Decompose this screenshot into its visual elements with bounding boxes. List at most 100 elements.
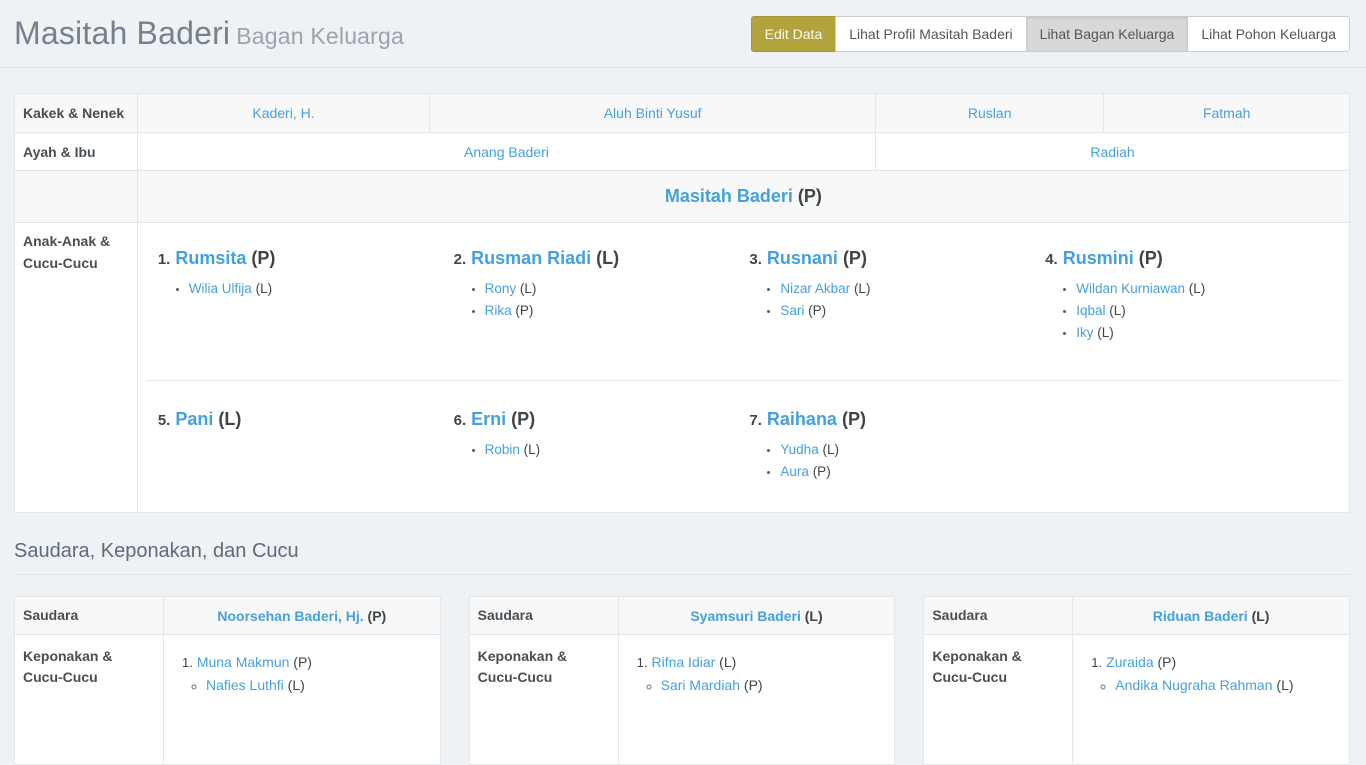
parents-label: Ayah & Ibu <box>15 133 138 171</box>
siblings-section-heading: Saudara, Keponakan, dan Cucu <box>14 540 1350 563</box>
self-name-link[interactable]: Masitah Baderi <box>665 186 793 206</box>
button-lihat-pohon-keluarga[interactable]: Lihat Pohon Keluarga <box>1187 16 1350 52</box>
nephew-children-list: Sari Mardiah (P) <box>637 674 887 696</box>
grandchild-link[interactable]: Wilia Ulfija <box>189 281 252 296</box>
grandchild-item: Nizar Akbar (L) <box>780 278 1045 300</box>
sibling-gender: (L) <box>801 608 823 624</box>
grandparent-link[interactable]: Kaderi, H. <box>252 105 314 121</box>
grandchild-gender: (P) <box>512 303 534 318</box>
nephew-item: 1. Zuraida (P) Andika Nugraha Rahman (L) <box>1091 651 1341 696</box>
child-entry: 7.Raihana (P) Yudha (L)Aura (P) <box>749 409 1045 498</box>
grandchild-item: Sari (P) <box>780 300 1045 322</box>
nephew-child-item: Sari Mardiah (P) <box>661 674 887 696</box>
grandparent-link[interactable]: Fatmah <box>1203 105 1250 121</box>
nephew-children-list: Nafies Luthfi (L) <box>182 674 432 696</box>
grandchild-link[interactable]: Iqbal <box>1076 303 1105 318</box>
child-gender: (L) <box>591 248 619 268</box>
grandparent-link[interactable]: Aluh Binti Yusuf <box>604 105 702 121</box>
grandchild-gender: (L) <box>252 281 272 296</box>
grandchildren-list: Wilia Ulfija (L) <box>158 278 454 300</box>
nephews-row: Keponakan & Cucu-Cucu1.Rifna Idiar (L)Sa… <box>469 635 895 765</box>
grandchild-link[interactable]: Wildan Kurniawan <box>1076 281 1185 296</box>
parent-link[interactable]: Anang Baderi <box>464 144 549 160</box>
nephew-child-item: Nafies Luthfi (L) <box>206 674 432 696</box>
nephew-child-link[interactable]: Sari Mardiah <box>661 677 740 693</box>
child-entry: 2.Rusman Riadi (L)Rony (L)Rika (P) <box>454 248 750 374</box>
nephew-gender: (P) <box>1154 654 1177 670</box>
parent-link[interactable]: Radiah <box>1090 144 1134 160</box>
grandchild-link[interactable]: Sari <box>780 303 804 318</box>
nephew-item: 1.Muna Makmun (P)Nafies Luthfi (L) <box>182 651 432 696</box>
nephew-number: 1. <box>182 655 193 670</box>
nephew-link[interactable]: Zuraida <box>1106 654 1153 670</box>
page-subtitle: Bagan Keluarga <box>236 23 404 49</box>
section-divider <box>14 574 1350 575</box>
child-number: 5. <box>158 412 171 429</box>
child-heading: 3. Rusnani (P) <box>749 248 1045 269</box>
child-name-link[interactable]: Rusmini <box>1063 248 1134 268</box>
nephew-number: 1. <box>637 655 648 670</box>
grandchild-link[interactable]: Nizar Akbar <box>780 281 850 296</box>
child-heading: 5.Pani (L) <box>158 409 454 430</box>
nephew-number: 1. <box>1091 655 1102 670</box>
nephew-link[interactable]: Rifna Idiar <box>651 654 715 670</box>
grandchild-item: Wilia Ulfija (L) <box>189 278 454 300</box>
grandchild-link[interactable]: Yudha <box>780 442 818 457</box>
grandchild-link[interactable]: Iky <box>1076 325 1093 340</box>
sibling-name-link[interactable]: Noorsehan Baderi, Hj. <box>217 608 363 624</box>
child-heading: 4. Rusmini (P) <box>1045 248 1341 269</box>
child-name-link[interactable]: Rusnani <box>767 248 838 268</box>
child-heading: 1.Rumsita (P) <box>158 248 454 269</box>
nephews-row: Keponakan & Cucu-Cucu1.Muna Makmun (P)Na… <box>15 635 441 765</box>
nephew-children-list: Andika Nugraha Rahman (L) <box>1091 674 1341 696</box>
child-entry: 1.Rumsita (P) Wilia Ulfija (L) <box>158 248 454 374</box>
children-cell: 1.Rumsita (P)Wilia Ulfija (L)2.Rusman Ri… <box>137 223 1349 513</box>
grandchildren-list: Rony (L)Rika (P) <box>454 278 750 322</box>
child-name-link[interactable]: Rusman Riadi <box>471 248 591 268</box>
grandparent-link[interactable]: Ruslan <box>968 105 1012 121</box>
button-lihat-profil-masitah-baderi[interactable]: Lihat Profil Masitah Baderi <box>835 16 1026 52</box>
self-row: Masitah Baderi(P) <box>15 171 1350 223</box>
nephews-cell: 1. Zuraida (P) Andika Nugraha Rahman (L) <box>1073 635 1350 765</box>
child-number: 3. <box>749 251 762 268</box>
grandchild-link[interactable]: Rony <box>485 281 517 296</box>
grandchild-link[interactable]: Robin <box>485 442 520 457</box>
button-edit-data[interactable]: Edit Data <box>751 16 837 52</box>
grandchild-link[interactable]: Rika <box>485 303 512 318</box>
child-name-link[interactable]: Erni <box>471 409 506 429</box>
person-name-title: Masitah Baderi <box>14 15 230 51</box>
page-header: Masitah BaderiBagan Keluarga Edit DataLi… <box>0 0 1366 68</box>
nephews-cell: 1.Rifna Idiar (L) Sari Mardiah (P) <box>618 635 895 765</box>
grandchild-gender: (L) <box>520 442 540 457</box>
child-entry: 6.Erni (P)Robin (L) <box>454 409 750 498</box>
child-number: 4. <box>1045 251 1058 268</box>
nephew-child-link[interactable]: Andika Nugraha Rahman <box>1115 677 1272 693</box>
grandchildren-list: Nizar Akbar (L)Sari (P) <box>749 278 1045 322</box>
child-gender: (P) <box>1134 248 1163 268</box>
child-gender: (P) <box>246 248 275 268</box>
sibling-name-link[interactable]: Syamsuri Baderi <box>690 608 801 624</box>
nephew-link[interactable]: Muna Makmun <box>197 654 290 670</box>
grandparent-cell: Aluh Binti Yusuf <box>430 94 876 133</box>
grandchild-gender: (L) <box>1093 325 1113 340</box>
sibling-cards-container: SaudaraNoorsehan Baderi, Hj. (P)Keponaka… <box>14 596 1350 765</box>
grandchildren-list: Robin (L) <box>454 439 750 461</box>
nephews-cell: 1.Muna Makmun (P)Nafies Luthfi (L) <box>163 635 440 765</box>
nephew-gender: (L) <box>715 654 736 670</box>
grandchildren-list: Yudha (L)Aura (P) <box>749 439 1045 483</box>
grandchild-link[interactable]: Aura <box>780 464 809 479</box>
child-name-link[interactable]: Rumsita <box>175 248 246 268</box>
button-lihat-bagan-keluarga[interactable]: Lihat Bagan Keluarga <box>1026 16 1189 52</box>
nephew-child-gender: (L) <box>284 677 305 693</box>
child-gender: (P) <box>838 248 867 268</box>
nephew-child-link[interactable]: Nafies Luthfi <box>206 677 284 693</box>
child-number: 6. <box>454 412 467 429</box>
child-entry: 4. Rusmini (P) Wildan Kurniawan (L) Iqbal (… <box>1045 248 1341 374</box>
child-name-link[interactable]: Pani <box>175 409 213 429</box>
child-gender: (L) <box>213 409 241 429</box>
child-name-link[interactable]: Raihana <box>767 409 837 429</box>
sibling-header-row: SaudaraSyamsuri Baderi (L) <box>469 597 895 635</box>
sibling-name-link[interactable]: Riduan Baderi <box>1153 608 1248 624</box>
child-heading: 7.Raihana (P) <box>749 409 1045 430</box>
nephew-list: 1. Zuraida (P) Andika Nugraha Rahman (L) <box>1081 651 1341 696</box>
